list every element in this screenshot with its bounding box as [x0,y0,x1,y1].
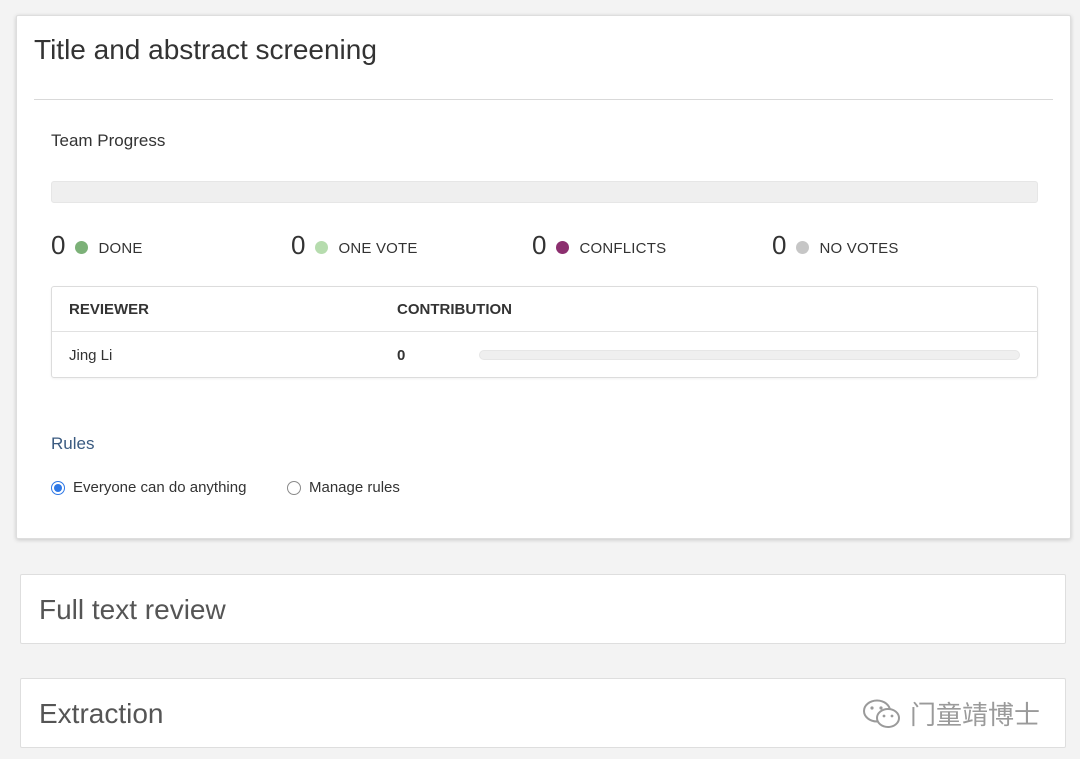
stat-no-votes: 0 NO VOTES [772,228,899,262]
stat-no-votes-label: NO VOTES [819,240,899,257]
header-reviewer: REVIEWER [69,301,150,318]
manage-rules-radio-label[interactable]: Manage rules [309,479,400,496]
header-contribution: CONTRIBUTION [397,301,512,318]
extraction-title[interactable]: Extraction [39,698,164,730]
reviewer-name: Jing Li [69,347,113,364]
manage-rules-radio[interactable] [287,480,301,495]
rules-heading: Rules [51,434,95,453]
one-vote-dot-icon [315,240,329,254]
stat-done-label: DONE [98,240,143,257]
contribution-count: 0 [397,347,406,364]
table-header-row: REVIEWER CONTRIBUTION [52,287,1037,332]
stat-one-vote: 0 ONE VOTE [291,228,418,262]
stat-one-vote-label: ONE VOTE [338,240,418,257]
vote-stats: 0 DONE 0 ONE VOTE 0 CONFLICTS 0 NO VOTES [51,228,1038,262]
rule-option-everyone[interactable]: Everyone can do anything [51,479,246,496]
full-text-review-title[interactable]: Full text review [39,594,226,626]
team-progress-label: Team Progress [51,131,166,150]
contribution-bar [479,350,1020,360]
stat-done: 0 DONE [51,228,143,262]
stat-conflicts-label: CONFLICTS [579,240,667,257]
everyone-radio-label[interactable]: Everyone can do anything [73,479,246,496]
screening-title: Title and abstract screening [34,34,377,65]
watermark-text: 门童靖博士 [910,700,1041,730]
rule-option-manage[interactable]: Manage rules [287,479,400,496]
conflicts-dot-icon [556,240,570,254]
stat-conflicts: 0 CONFLICTS [532,228,666,262]
reviewer-table: REVIEWER CONTRIBUTION Jing Li 0 [51,286,1038,378]
full-text-review-card[interactable]: Full text review [20,574,1066,644]
done-dot-icon [75,240,89,254]
table-row: Jing Li 0 [52,332,1037,378]
watermark: 门童靖博士 [862,695,1040,732]
title-divider [34,99,1053,100]
title-abstract-screening-card: Title and abstract screening Team Progre… [16,15,1071,539]
team-progress-bar [51,181,1038,203]
no-votes-dot-icon [796,240,810,254]
stat-no-votes-count: 0 [772,229,787,260]
stat-done-count: 0 [51,229,66,260]
everyone-radio[interactable] [51,480,65,495]
wechat-icon [863,699,900,728]
stat-one-vote-count: 0 [291,229,306,260]
stat-conflicts-count: 0 [532,229,547,260]
